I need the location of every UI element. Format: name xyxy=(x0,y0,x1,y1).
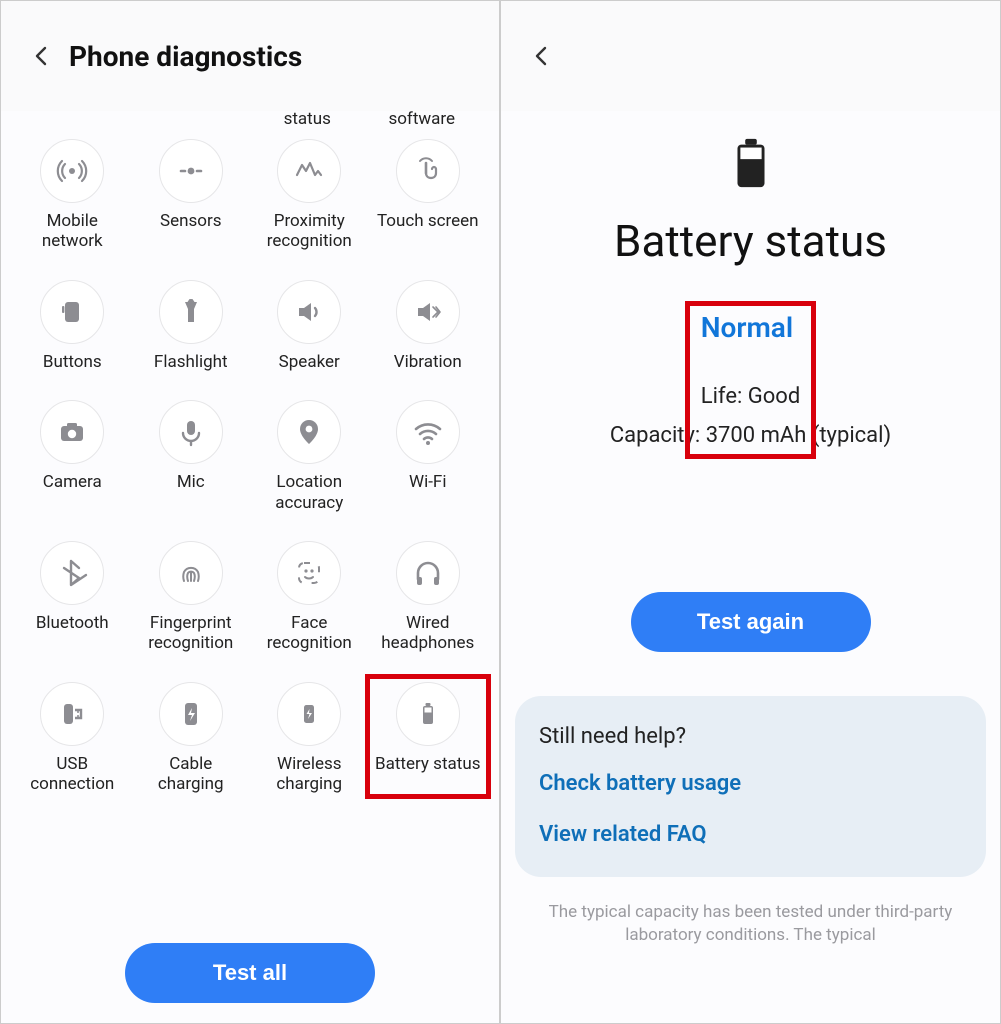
header xyxy=(501,1,1000,111)
location-icon xyxy=(277,400,341,464)
bluetooth-icon xyxy=(40,541,104,605)
diagnostics-grid: Mobile network Sensors Proximity recogniti… xyxy=(1,129,499,795)
help-card: Still need help? Check battery usage Vie… xyxy=(515,696,986,877)
mic-icon xyxy=(159,400,223,464)
tile-fingerprint[interactable]: Fingerprint recognition xyxy=(132,541,251,654)
tile-camera[interactable]: Camera xyxy=(13,400,132,513)
tile-label: Flashlight xyxy=(154,352,228,372)
test-all-button[interactable]: Test all xyxy=(125,943,375,1003)
tile-battery-status[interactable]: Battery status xyxy=(369,682,488,795)
proximity-icon xyxy=(277,139,341,203)
tile-touch-screen[interactable]: Touch screen xyxy=(369,139,488,252)
chevron-left-icon xyxy=(529,44,553,68)
antenna-icon xyxy=(40,139,104,203)
fingerprint-icon xyxy=(159,541,223,605)
sensors-icon xyxy=(159,139,223,203)
footnote: The typical capacity has been tested und… xyxy=(501,877,1000,947)
tile-wired-headphones[interactable]: Wired headphones xyxy=(369,541,488,654)
tile-mobile-network[interactable]: Mobile network xyxy=(13,139,132,252)
clipped-labels-row: status software xyxy=(1,109,499,129)
tile-wifi[interactable]: Wi-Fi xyxy=(369,400,488,513)
tile-label: Mic xyxy=(177,472,205,492)
battery-icon xyxy=(731,135,771,191)
tile-mic[interactable]: Mic xyxy=(132,400,251,513)
clipped-label-software: software xyxy=(365,109,480,129)
chevron-left-icon xyxy=(29,44,53,68)
tile-bluetooth[interactable]: Bluetooth xyxy=(13,541,132,654)
tile-label: Buttons xyxy=(43,352,102,372)
tile-label: Cable charging xyxy=(136,754,246,795)
face-icon xyxy=(277,541,341,605)
battery-status-value: Normal xyxy=(701,311,801,344)
wireless-charge-icon xyxy=(277,682,341,746)
tile-label: Wi-Fi xyxy=(409,472,446,492)
back-button[interactable] xyxy=(521,36,561,76)
vibration-icon xyxy=(396,280,460,344)
page-title: Battery status xyxy=(614,215,887,267)
battery-status-screen: Battery status Normal Life: Good Capacit… xyxy=(500,0,1001,1024)
tile-flashlight[interactable]: Flashlight xyxy=(132,280,251,372)
tile-usb-connection[interactable]: USB connection xyxy=(13,682,132,795)
tile-label: Camera xyxy=(43,472,102,492)
tile-label: Fingerprint recognition xyxy=(136,613,246,654)
tile-label: Face recognition xyxy=(254,613,364,654)
usb-icon xyxy=(40,682,104,746)
tile-label: Touch screen xyxy=(377,211,479,231)
tile-label: Mobile network xyxy=(17,211,127,252)
diagnostics-screen: Phone diagnostics status software Mobile… xyxy=(0,0,500,1024)
buttons-icon xyxy=(40,280,104,344)
tile-buttons[interactable]: Buttons xyxy=(13,280,132,372)
clipped-label-status: status xyxy=(250,109,365,129)
speaker-icon xyxy=(277,280,341,344)
wifi-icon xyxy=(396,400,460,464)
tile-vibration[interactable]: Vibration xyxy=(369,280,488,372)
battery-icon xyxy=(396,682,460,746)
touch-icon xyxy=(396,139,460,203)
tile-label: Location accuracy xyxy=(254,472,364,513)
tile-label: USB connection xyxy=(17,754,127,795)
back-button[interactable] xyxy=(21,36,61,76)
header: Phone diagnostics xyxy=(1,1,499,111)
tile-wireless-charging[interactable]: Wireless charging xyxy=(250,682,369,795)
check-battery-usage-link[interactable]: Check battery usage xyxy=(539,771,962,796)
tile-label: Bluetooth xyxy=(36,613,109,633)
page-title: Phone diagnostics xyxy=(69,40,302,73)
tile-speaker[interactable]: Speaker xyxy=(250,280,369,372)
tile-cable-charging[interactable]: Cable charging xyxy=(132,682,251,795)
tile-label: Vibration xyxy=(394,352,462,372)
tile-label: Speaker xyxy=(279,352,340,372)
battery-life-value: Life: Good xyxy=(701,384,801,409)
tile-label: Sensors xyxy=(160,211,222,231)
tile-label: Wired headphones xyxy=(373,613,483,654)
camera-icon xyxy=(40,400,104,464)
tile-sensors[interactable]: Sensors xyxy=(132,139,251,252)
tile-location-accuracy[interactable]: Location accuracy xyxy=(250,400,369,513)
battery-capacity-value: Capacity: 3700 mAh (typical) xyxy=(610,423,891,448)
tile-label: Proximity recognition xyxy=(254,211,364,252)
test-again-button[interactable]: Test again xyxy=(631,592,871,652)
tile-label: Wireless charging xyxy=(254,754,364,795)
tile-proximity-recognition[interactable]: Proximity recognition xyxy=(250,139,369,252)
help-heading: Still need help? xyxy=(539,724,962,749)
view-faq-link[interactable]: View related FAQ xyxy=(539,822,962,847)
cable-charge-icon xyxy=(159,682,223,746)
tile-face-recognition[interactable]: Face recognition xyxy=(250,541,369,654)
flashlight-icon xyxy=(159,280,223,344)
headphones-icon xyxy=(396,541,460,605)
tile-label: Battery status xyxy=(375,754,480,774)
status-highlight: Normal Life: Good xyxy=(689,307,813,413)
